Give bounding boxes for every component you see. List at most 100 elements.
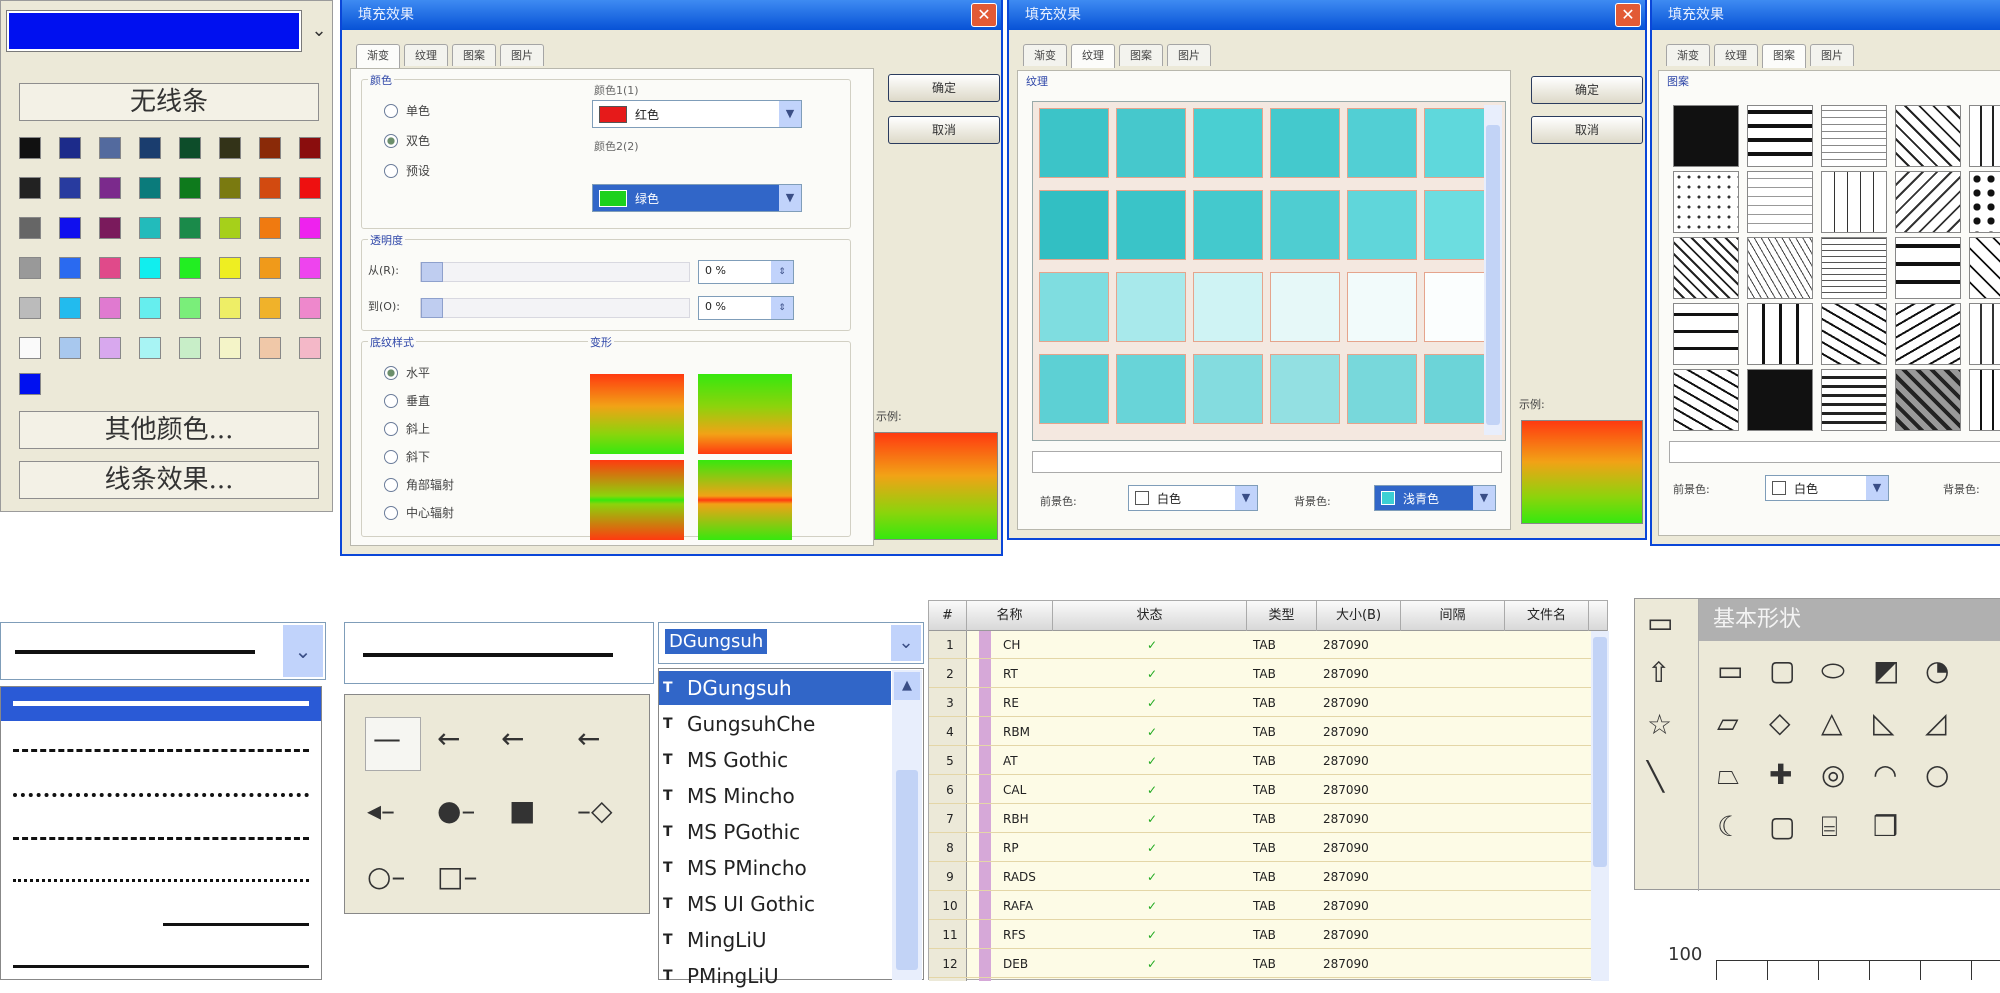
tab-1[interactable]: 纹理	[1071, 44, 1115, 68]
selected-color-swatch[interactable]	[6, 10, 302, 52]
pattern-tile[interactable]	[1821, 237, 1887, 299]
variant-2[interactable]	[698, 374, 792, 454]
pattern-tile[interactable]	[1821, 171, 1887, 233]
arrow-stealth-left-icon[interactable]: ←	[577, 725, 600, 753]
shading-style-radio[interactable]	[384, 450, 398, 464]
table-row[interactable]: 10 RAFA ✓ TAB 287090	[929, 892, 1591, 920]
shading-style-radio[interactable]	[384, 506, 398, 520]
table-header-cell[interactable]: 间隔	[1401, 601, 1505, 631]
table-row[interactable]: 3 RE ✓ TAB 287090	[929, 689, 1591, 717]
color-swatch[interactable]	[219, 297, 241, 319]
pattern-tile[interactable]	[1895, 171, 1961, 233]
to-slider-thumb[interactable]	[421, 298, 443, 318]
texture-tile[interactable]	[1347, 354, 1417, 424]
pattern-tile[interactable]	[1747, 237, 1813, 299]
chevron-down-icon[interactable]: ▼	[1866, 476, 1888, 500]
texture-tile[interactable]	[1039, 354, 1109, 424]
pattern-tile[interactable]	[1895, 369, 1961, 431]
color-swatch[interactable]	[179, 217, 201, 239]
tab-1[interactable]: 纹理	[404, 44, 448, 66]
arrow-style-select[interactable]	[344, 622, 654, 684]
close-icon[interactable]: ✕	[971, 3, 997, 27]
color-swatch[interactable]	[179, 177, 201, 199]
block-arrow-up-icon[interactable]: ⇧	[1647, 659, 1670, 687]
table-row[interactable]: 11 RFS ✓ TAB 287090	[929, 921, 1591, 949]
chevron-down-icon[interactable]: ▼	[1235, 486, 1257, 510]
line-style-option[interactable]	[13, 701, 309, 706]
color-swatch[interactable]	[59, 137, 81, 159]
radio-two-colors[interactable]	[384, 134, 398, 148]
texture-tile[interactable]	[1270, 108, 1340, 178]
pattern-tile[interactable]	[1673, 237, 1739, 299]
pattern-tile[interactable]	[1747, 171, 1813, 233]
pattern-tile[interactable]	[1747, 303, 1813, 365]
table-row[interactable]: 1 CH ✓ TAB 287090	[929, 631, 1591, 659]
scrollbar-thumb[interactable]	[1593, 637, 1607, 867]
pattern-tile[interactable]	[1969, 105, 2000, 167]
crescent-icon[interactable]: ☾	[1717, 813, 1742, 841]
font-list-item[interactable]: T MingLiU	[659, 923, 891, 957]
color-swatch[interactable]	[19, 257, 41, 279]
texture-tile[interactable]	[1347, 108, 1417, 178]
ok-button[interactable]: 确定	[888, 74, 1000, 102]
more-colors-button[interactable]: 其他颜色...	[19, 411, 319, 449]
color-swatch[interactable]	[259, 217, 281, 239]
diamond-icon[interactable]: ◇	[1769, 709, 1791, 737]
pattern-tile[interactable]	[1895, 105, 1961, 167]
pattern-tile[interactable]	[1673, 171, 1739, 233]
pattern-tile[interactable]	[1821, 105, 1887, 167]
right-triangle-icon[interactable]: ◺	[1873, 709, 1895, 737]
color-swatch[interactable]	[179, 337, 201, 359]
cancel-button[interactable]: 取消	[888, 116, 1000, 144]
radio-one-color[interactable]	[384, 104, 398, 118]
no-line-button[interactable]: 无线条	[19, 83, 319, 121]
color-swatch[interactable]	[139, 337, 161, 359]
chevron-down-icon[interactable]: ⌄	[307, 11, 331, 51]
color-swatch[interactable]	[59, 257, 81, 279]
pattern-tile[interactable]	[1673, 105, 1739, 167]
recent-color-swatch[interactable]	[19, 373, 41, 395]
pattern-tile[interactable]	[1895, 303, 1961, 365]
oval-end-icon[interactable]: ○–	[367, 863, 405, 891]
texture-tile[interactable]	[1347, 190, 1417, 260]
chevron-down-icon[interactable]: ⌄	[891, 625, 921, 661]
variant-4[interactable]	[698, 460, 792, 540]
chevron-down-icon[interactable]: ▼	[779, 101, 801, 127]
arrow-diamond-left-icon[interactable]: ◂–	[367, 797, 395, 825]
bevel-icon[interactable]: ▢	[1769, 813, 1795, 841]
tab-0[interactable]: 渐变	[1023, 44, 1067, 66]
star-icon[interactable]: ☆	[1647, 711, 1672, 739]
color-swatch[interactable]	[99, 217, 121, 239]
arrow-open-left-icon[interactable]: ←	[501, 725, 524, 753]
font-select[interactable]: DGungsuh ⌄	[658, 622, 924, 664]
color-swatch[interactable]	[259, 297, 281, 319]
table-row[interactable]: 5 AT ✓ TAB 287090	[929, 747, 1591, 775]
shading-style-radio[interactable]	[384, 422, 398, 436]
texture-tile[interactable]	[1270, 354, 1340, 424]
pattern-tile[interactable]	[1969, 237, 2000, 299]
tab-2[interactable]: 图案	[452, 44, 496, 66]
color-swatch[interactable]	[19, 177, 41, 199]
color-swatch[interactable]	[179, 297, 201, 319]
font-list-item[interactable]: T MS PMincho	[659, 851, 891, 885]
line-style-select[interactable]: ⌄	[0, 622, 326, 680]
color-swatch[interactable]	[99, 137, 121, 159]
color-swatch[interactable]	[139, 177, 161, 199]
diamond-right-icon[interactable]: –◇	[577, 797, 613, 825]
color-swatch[interactable]	[259, 257, 281, 279]
table-header-cell[interactable]: 大小(B)	[1317, 601, 1401, 631]
spinner-arrows-icon[interactable]: ⇕	[771, 261, 793, 283]
font-list-item[interactable]: T GungsuhChe	[659, 707, 891, 741]
rectangle-icon[interactable]: ▭	[1717, 657, 1743, 685]
color-swatch[interactable]	[99, 337, 121, 359]
color-swatch[interactable]	[139, 257, 161, 279]
tab-3[interactable]: 图片	[500, 44, 544, 66]
square-left-icon[interactable]: ■	[509, 797, 535, 825]
line-style-option[interactable]	[13, 879, 309, 882]
trapezoid-icon[interactable]: ⏢	[1717, 761, 1739, 789]
font-list-scrollbar[interactable]: ▲	[892, 670, 922, 980]
color-swatch[interactable]	[19, 137, 41, 159]
table-row[interactable]: 6 CAL ✓ TAB 287090	[929, 776, 1591, 804]
scroll-up-icon[interactable]: ▲	[894, 672, 920, 700]
line-style-option[interactable]	[13, 837, 309, 840]
